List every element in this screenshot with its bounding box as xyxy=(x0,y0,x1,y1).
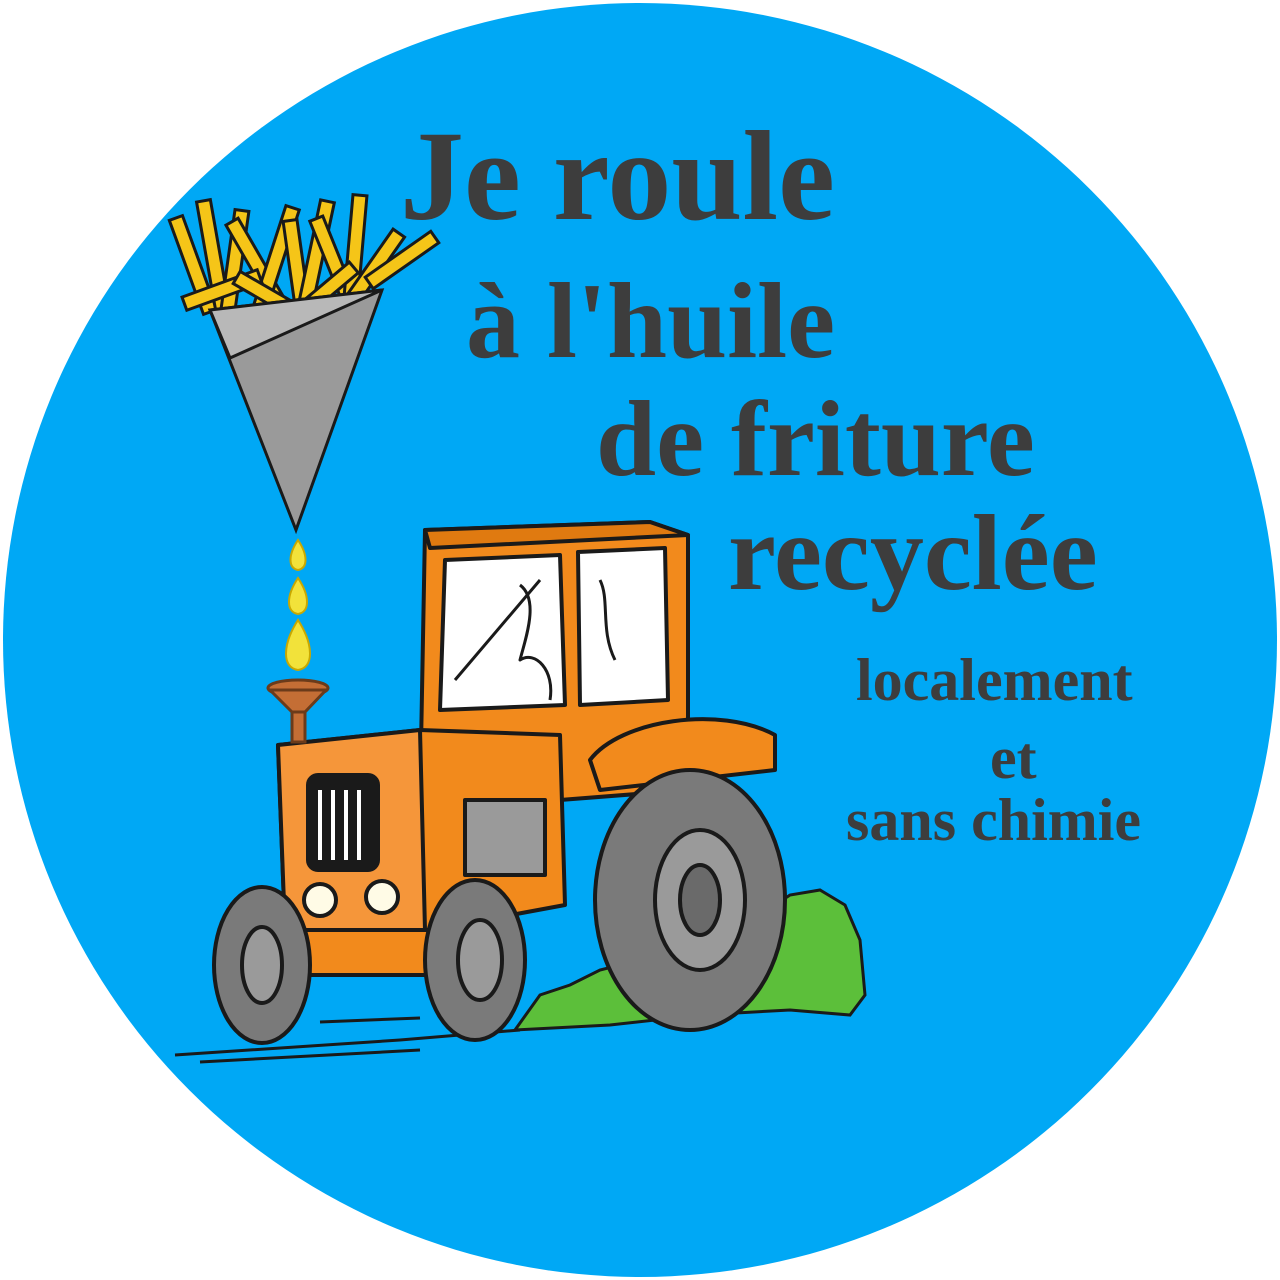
subline-line-2: et xyxy=(990,725,1037,791)
headline-line-1: Je roule xyxy=(400,105,835,247)
subline-line-1: localement xyxy=(856,647,1133,713)
headline-line-2: à l'huile xyxy=(466,262,836,381)
headline-line-4: recyclée xyxy=(728,494,1098,613)
headline-line-3: de friture xyxy=(596,380,1035,499)
oil-drops-icon xyxy=(285,538,311,672)
subline-line-3: sans chimie xyxy=(846,787,1142,853)
